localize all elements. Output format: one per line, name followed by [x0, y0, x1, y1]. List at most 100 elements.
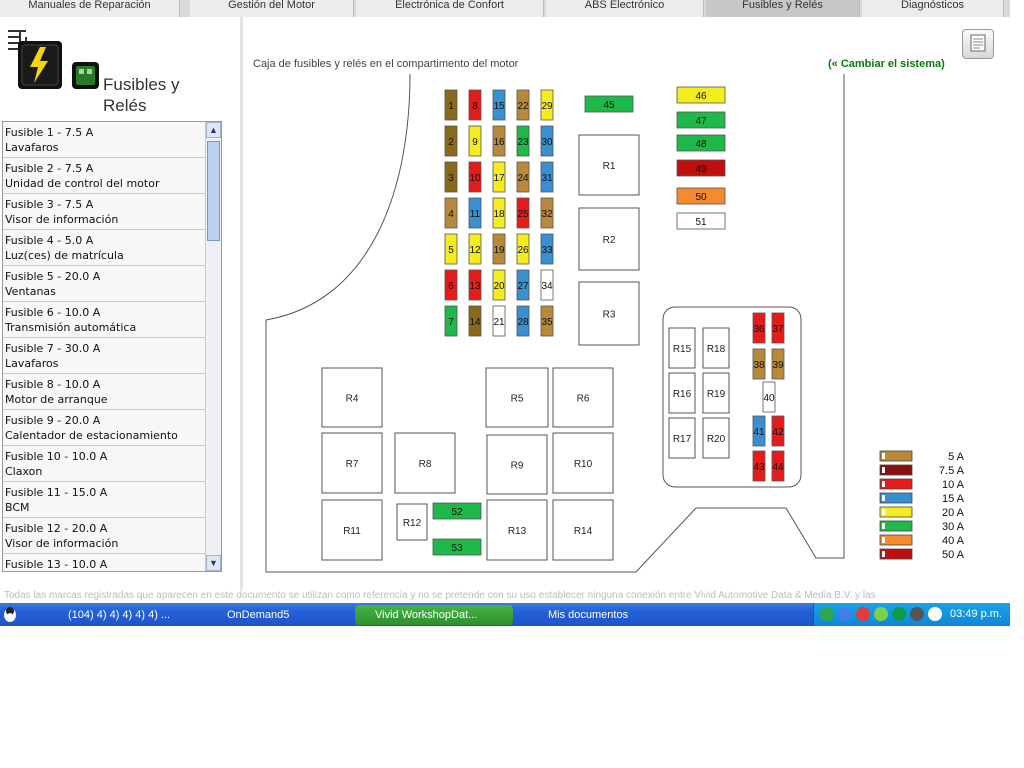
- fuse-label: 49: [695, 164, 707, 175]
- fuse-list-item[interactable]: Fusible 9 - 20.0 A Calentador de estacion…: [3, 410, 221, 446]
- fuse-list-item[interactable]: Fusible 10 - 10.0 A Claxon: [3, 446, 221, 482]
- clock: 03:49 p.m.: [950, 608, 1002, 620]
- fuse-list-item[interactable]: Fusible 2 - 7.5 A Unidad de control del m…: [3, 158, 221, 194]
- fuse-label: 22: [517, 101, 529, 112]
- fuse-list-item[interactable]: Fusible 8 - 10.0 A Motor de arranque: [3, 374, 221, 410]
- legend-swatch-tab: [882, 495, 885, 501]
- tab-5[interactable]: Diagnósticos: [862, 0, 1004, 17]
- network-icon[interactable]: [820, 607, 834, 621]
- fuse-box-diagram: R1 R2 R3 R4 R5 R6 R7 R8 R9 R10 R11 R12 R13 R14 R15 R16 R…: [265, 73, 965, 573]
- legend-swatch-tab: [882, 509, 885, 515]
- fuse-label: 12: [469, 245, 481, 256]
- panel-divider: [240, 17, 243, 590]
- print-icon: [970, 34, 986, 52]
- relay-label: R3: [603, 310, 616, 321]
- fuse-list-item[interactable]: Fusible 4 - 5.0 A Luz(ces) de matrícula: [3, 230, 221, 266]
- fuse-label: 25: [517, 209, 529, 220]
- clock-app-icon[interactable]: [928, 607, 942, 621]
- fuse-list-item[interactable]: Fusible 3 - 7.5 A Visor de información: [3, 194, 221, 230]
- tab-2[interactable]: Electrónica de Confort: [356, 0, 544, 17]
- fuse-list-item-desc: Ventanas: [5, 285, 56, 298]
- relay-label: R11: [343, 526, 361, 537]
- torrent-icon[interactable]: [892, 607, 906, 621]
- fuse-list-item[interactable]: Fusible 6 - 10.0 A Transmisión automática: [3, 302, 221, 338]
- fuse-label: 15: [493, 101, 505, 112]
- fuse-label: 38: [753, 360, 765, 371]
- fuse-label: 31: [541, 173, 553, 184]
- fuse-list-item-title: Fusible 5 - 20.0 A: [5, 270, 101, 283]
- relay-label: R10: [574, 459, 593, 470]
- fuse-list-item[interactable]: Fusible 11 - 15.0 A BCM: [3, 482, 221, 518]
- volume-icon[interactable]: [910, 607, 924, 621]
- fuse-list-item[interactable]: Fusible 1 - 7.5 A Lavafaros: [3, 122, 221, 158]
- relay-label: R13: [508, 526, 527, 537]
- taskbar-item-2[interactable]: Vivid WorkshopDat...: [355, 605, 513, 625]
- legend-swatch-tab: [882, 523, 885, 529]
- fuse-label: 35: [541, 317, 553, 328]
- tab-4[interactable]: Fusibles y Relés: [706, 0, 860, 17]
- fuse-list-item-title: Fusible 7 - 30.0 A: [5, 342, 101, 355]
- relay-label: R20: [707, 434, 726, 445]
- fuse-list[interactable]: Fusible 1 - 7.5 A Lavafaros Fusible 2 - 7.…: [2, 121, 222, 572]
- fuse-label: 24: [517, 173, 529, 184]
- fuse-label: 11: [470, 209, 481, 220]
- fuse-list-item-desc: Unidad de control del motor: [5, 177, 160, 190]
- fuse-label: 23: [517, 137, 529, 148]
- list-scrollbar[interactable]: ▲ ▼: [205, 122, 221, 571]
- fuse-label: 45: [603, 100, 615, 111]
- fuse-label: 6: [448, 281, 454, 292]
- antivirus-icon[interactable]: [856, 607, 870, 621]
- app-window: Manuales de Reparación Gestión del Motor E…: [0, 0, 1010, 626]
- fuse-list-item[interactable]: Fusible 7 - 30.0 A Lavafaros: [3, 338, 221, 374]
- fuse-list-item-desc: Calentador de estacionamiento: [5, 429, 178, 442]
- taskbar-item-1[interactable]: OnDemand5: [207, 605, 347, 625]
- update-icon[interactable]: [874, 607, 888, 621]
- fuse-label: 28: [517, 317, 529, 328]
- fuse-label: 14: [469, 317, 481, 328]
- relay-label: R18: [707, 344, 726, 355]
- fuse-list-item-title: Fusible 6 - 10.0 A: [5, 306, 101, 319]
- section-title-text: Fusibles y Relés: [103, 75, 180, 115]
- tab-0[interactable]: Manuales de Reparación: [0, 0, 180, 17]
- taskbar-item-0[interactable]: (104) 4) 4) 4) 4) 4) ...: [48, 605, 198, 625]
- fuse-list-item-desc: Visor de información: [5, 537, 119, 550]
- fuse-label: 32: [541, 209, 553, 220]
- fuse-label: 53: [451, 543, 463, 554]
- legend-label: 50 A: [942, 549, 965, 561]
- legend-label: 40 A: [942, 535, 965, 547]
- system-tray: 03:49 p.m.: [813, 603, 1010, 626]
- fuse-list-item-title: Fusible 11 - 15.0 A: [5, 486, 108, 499]
- tab-1[interactable]: Gestión del Motor: [190, 0, 354, 17]
- legend-swatch-tab: [882, 551, 885, 557]
- fuse-list-item-title: Fusible 12 - 20.0 A: [5, 522, 108, 535]
- fuse-label: 43: [753, 462, 765, 473]
- fuse-label: 17: [493, 173, 505, 184]
- fuse-list-item-desc: Visor de información: [5, 213, 119, 226]
- fuse-label: 52: [451, 507, 463, 518]
- change-system-link[interactable]: (« Cambiar el sistema): [828, 58, 945, 70]
- fuse-list-item[interactable]: Fusible 12 - 20.0 A Visor de información: [3, 518, 221, 554]
- start-icon[interactable]: [2, 605, 18, 623]
- fuse-list-item[interactable]: Fusible 13 - 10.0 A: [3, 554, 221, 571]
- scroll-up-button[interactable]: ▲: [206, 122, 221, 138]
- legend-swatch-tab: [882, 537, 885, 543]
- relay-label: R19: [707, 389, 726, 400]
- fuse-list-item-desc: Claxon: [5, 465, 43, 478]
- fuse-label: 37: [772, 324, 784, 335]
- relay-label: R6: [577, 394, 590, 405]
- fuse-list-item-desc: Lavafaros: [5, 357, 59, 370]
- fuse-list-item-title: Fusible 10 - 10.0 A: [5, 450, 108, 463]
- fuse-label: 20: [493, 281, 505, 292]
- messenger-icon[interactable]: [838, 607, 852, 621]
- fuse-label: 2: [448, 137, 454, 148]
- print-button[interactable]: [962, 29, 994, 59]
- fuse-label: 26: [517, 245, 529, 256]
- fuse-label: 16: [493, 137, 505, 148]
- scroll-down-button[interactable]: ▼: [206, 555, 221, 571]
- fuse-label: 1: [448, 101, 454, 112]
- taskbar-item-3[interactable]: Mis documentos: [528, 605, 668, 625]
- tab-3[interactable]: ABS Electrónico: [546, 0, 704, 17]
- scroll-thumb[interactable]: [207, 141, 220, 241]
- fuse-list-item-title: Fusible 8 - 10.0 A: [5, 378, 101, 391]
- fuse-list-item[interactable]: Fusible 5 - 20.0 A Ventanas: [3, 266, 221, 302]
